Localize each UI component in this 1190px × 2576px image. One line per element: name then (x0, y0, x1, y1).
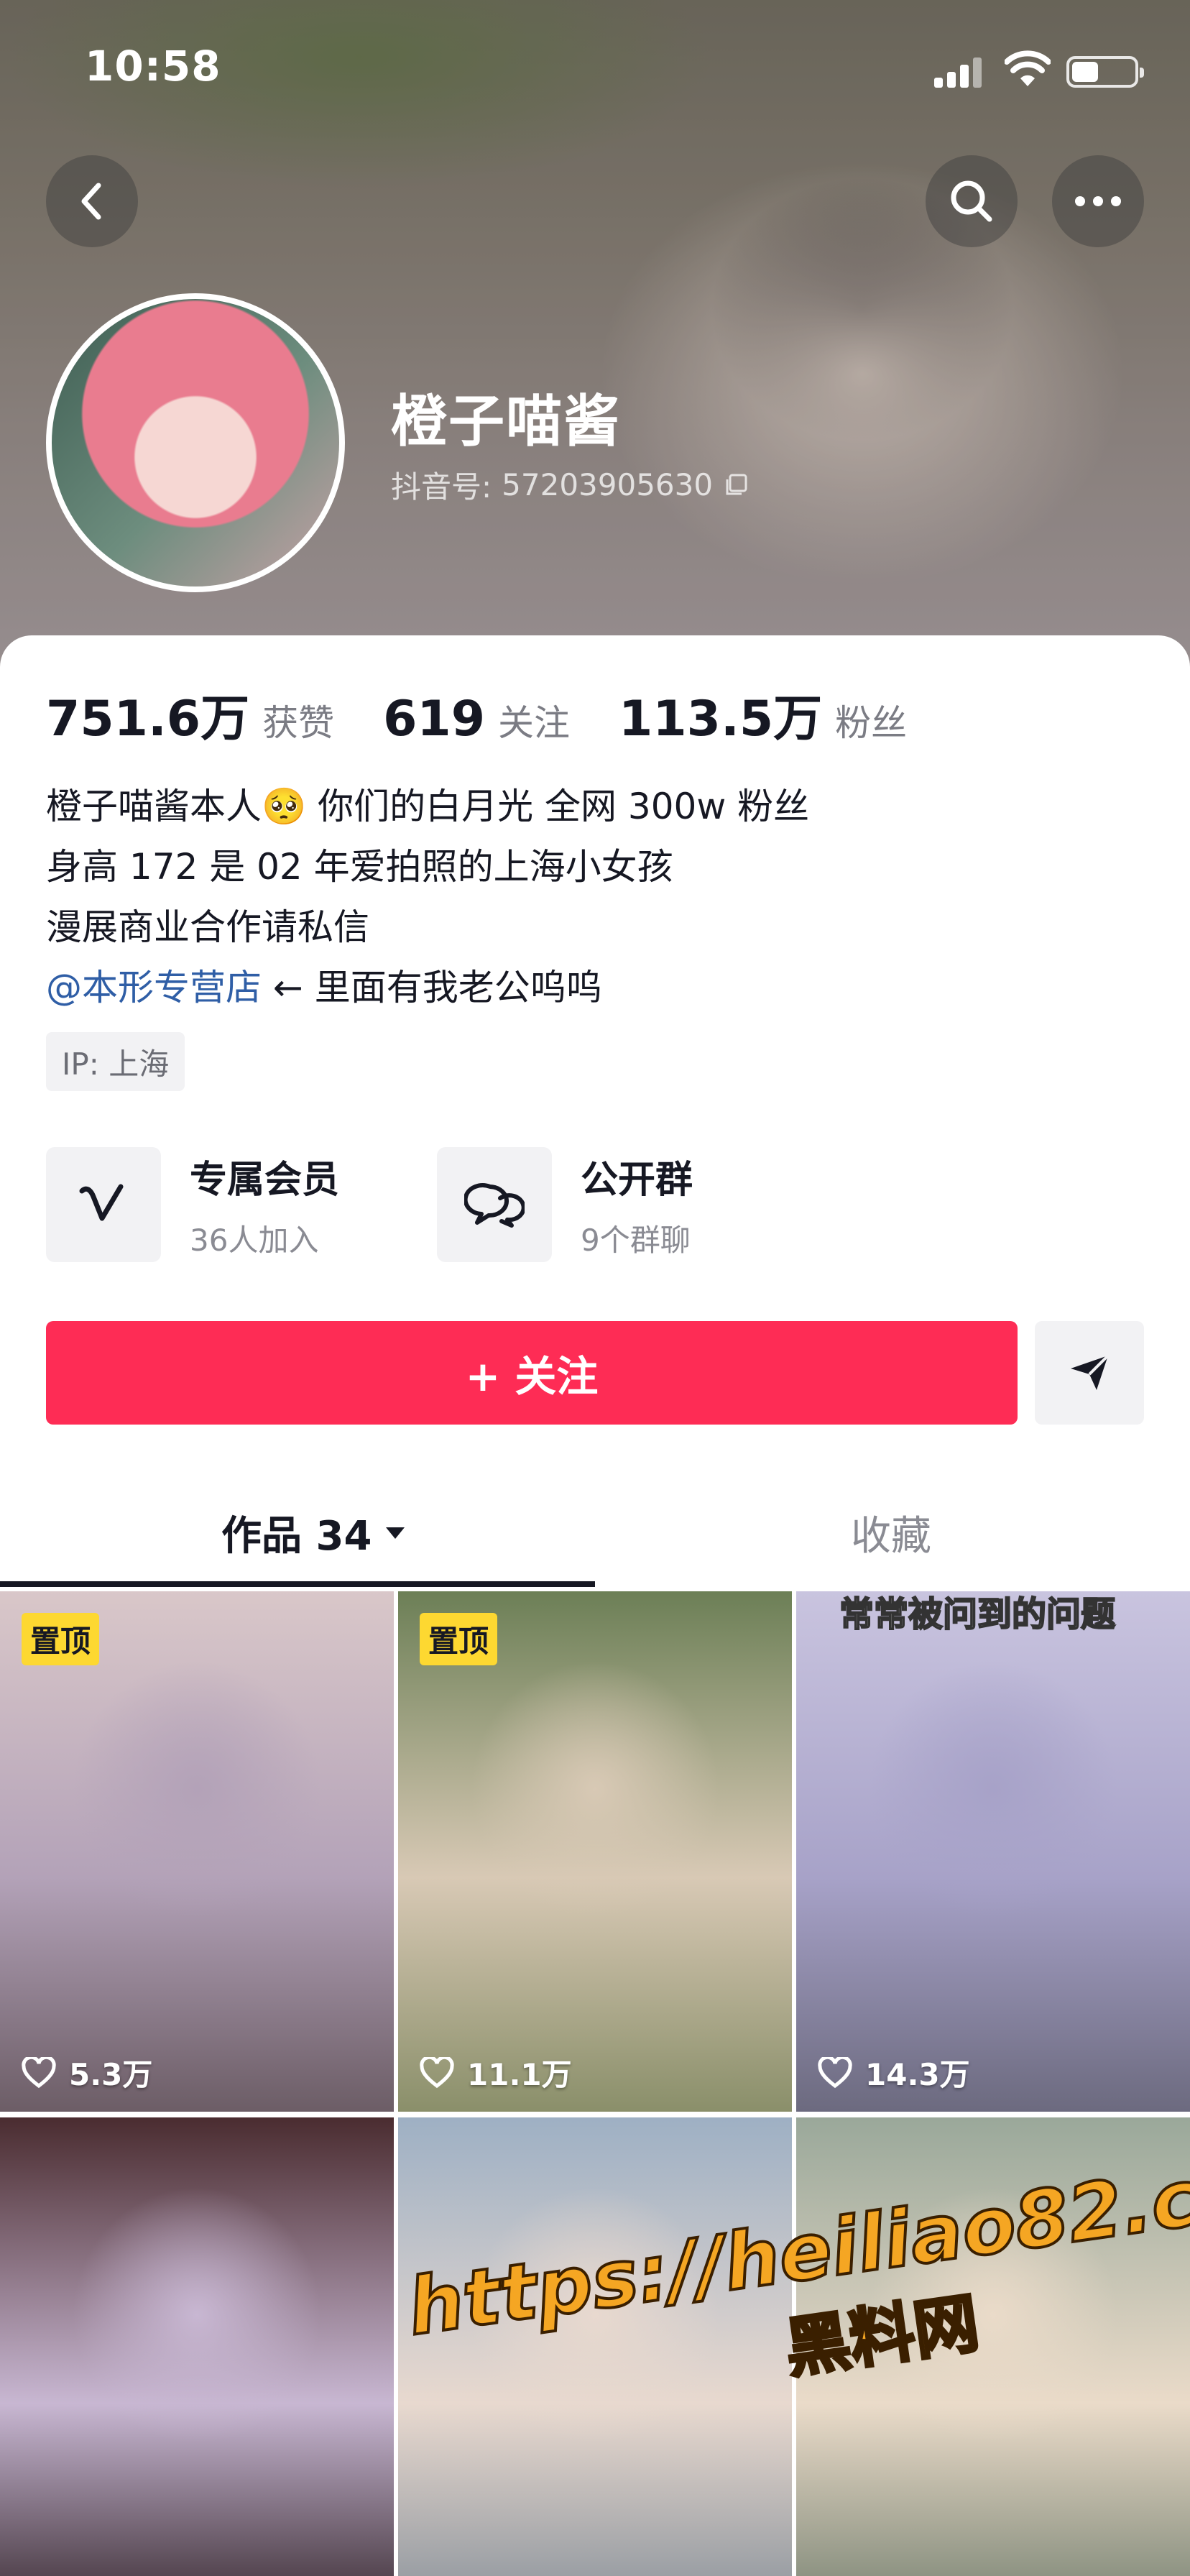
stat-followers[interactable]: 113.5万 粉丝 (619, 678, 907, 750)
avatar[interactable] (46, 293, 345, 592)
like-count-value: 11.1万 (467, 2057, 572, 2092)
exclusive-membership-entry[interactable]: 专属会员 36人加入 (46, 1147, 339, 1262)
caret-down-icon (386, 1527, 405, 1539)
profile-stats: 751.6万 获赞 619 关注 113.5万 粉丝 (46, 678, 956, 750)
heart-icon (420, 2056, 454, 2088)
stat-label: 粉丝 (835, 702, 908, 744)
more-dots-icon (1075, 196, 1121, 206)
tab-favorites[interactable]: 收藏 (851, 1504, 931, 1562)
stat-label: 获赞 (262, 702, 335, 744)
tab-label: 作品 34 (221, 1513, 372, 1560)
mention-link[interactable]: @本形专营店 (46, 967, 262, 1008)
stat-likes[interactable]: 751.6万 获赞 (46, 678, 334, 750)
back-button[interactable] (46, 155, 138, 247)
more-options-button[interactable] (1052, 155, 1144, 247)
stat-value: 113.5万 (619, 691, 823, 748)
bio-line: 漫展商业合作请私信 (46, 906, 369, 948)
v-badge-icon (46, 1147, 161, 1262)
heart-icon (22, 2056, 56, 2088)
stat-value: 619 (383, 691, 486, 748)
wifi-icon (1005, 50, 1051, 86)
video-thumbnail[interactable]: 置顶 5.3万 (0, 1591, 394, 2112)
profile-bio: 橙子喵酱本人🥺 你们的白月光 全网 300w 粉丝 身高 172 是 02 年爱… (46, 776, 809, 1018)
video-thumbnail[interactable]: 置顶 11.1万 (398, 1591, 792, 2112)
share-button[interactable] (1035, 1321, 1144, 1425)
search-icon (951, 180, 992, 222)
chevron-left-icon (81, 183, 101, 220)
like-count: 14.3万 (818, 2051, 970, 2094)
cellular-signal-icon (934, 56, 983, 88)
stat-value: 751.6万 (46, 691, 250, 748)
feature-subtitle: 36人加入 (190, 1223, 319, 1258)
profile-nickname: 橙子喵酱 (391, 390, 622, 454)
status-time: 10:58 (85, 42, 221, 91)
like-count: 5.3万 (22, 2051, 152, 2094)
public-group-entry[interactable]: 公开群 9个群聊 (437, 1147, 693, 1262)
follow-button[interactable]: + 关注 (46, 1321, 1018, 1425)
feature-title: 专属会员 (190, 1159, 340, 1202)
bio-line: @本形专营店 ← 里面有我老公呜呜 (46, 957, 809, 1018)
copy-icon[interactable] (723, 472, 749, 498)
content-tabs: 作品 34 收藏 (0, 1489, 1190, 1590)
ip-location-tag: IP: 上海 (46, 1032, 185, 1091)
send-icon (1071, 1354, 1110, 1390)
status-bar: 10:58 (0, 0, 1190, 144)
search-button[interactable] (926, 155, 1018, 247)
video-caption: 常常被问到的问题 (839, 1593, 1116, 1635)
stat-label: 关注 (498, 702, 571, 744)
pinned-badge: 置顶 (420, 1613, 498, 1665)
bio-line: 橙子喵酱本人🥺 你们的白月光 全网 300w 粉丝 (46, 786, 810, 827)
video-thumbnail[interactable]: 常常被问到的问题 14.3万 (796, 1591, 1190, 2112)
feature-subtitle: 9个群聊 (581, 1223, 691, 1258)
bio-text: ← 里面有我老公呜呜 (272, 967, 602, 1008)
video-thumbnail[interactable] (0, 2117, 394, 2576)
feature-title: 公开群 (581, 1159, 693, 1202)
pinned-badge: 置顶 (22, 1613, 100, 1665)
like-count-value: 5.3万 (69, 2057, 153, 2092)
douyin-id-value: 57203905630 (502, 467, 714, 502)
active-tab-indicator (0, 1581, 595, 1587)
douyin-id-label: 抖音号: (391, 469, 492, 505)
bio-line: 身高 172 是 02 年爱拍照的上海小女孩 (46, 846, 673, 888)
stat-following[interactable]: 619 关注 (383, 691, 570, 748)
battery-icon (1066, 56, 1144, 88)
follow-button-label: + 关注 (465, 1352, 599, 1401)
chat-bubble-icon (437, 1147, 552, 1262)
douyin-id[interactable]: 抖音号: 57203905630 (391, 463, 749, 507)
like-count: 11.1万 (420, 2051, 572, 2094)
tab-works[interactable]: 作品 34 (221, 1504, 407, 1562)
tab-label: 收藏 (851, 1513, 931, 1560)
heart-icon (818, 2056, 852, 2088)
like-count-value: 14.3万 (865, 2057, 970, 2092)
